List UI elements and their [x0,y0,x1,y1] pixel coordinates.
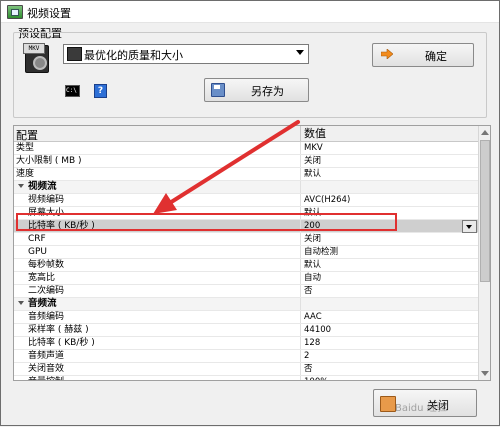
close-icon [380,396,396,412]
annotation-arrow [153,120,300,214]
watermark: Baidu 经验 [395,403,447,414]
video-settings-window: 视频设置 预设配置 MKV 最优化的质量和大小 确定 C:\ ? 另存为 配置 … [0,0,500,426]
